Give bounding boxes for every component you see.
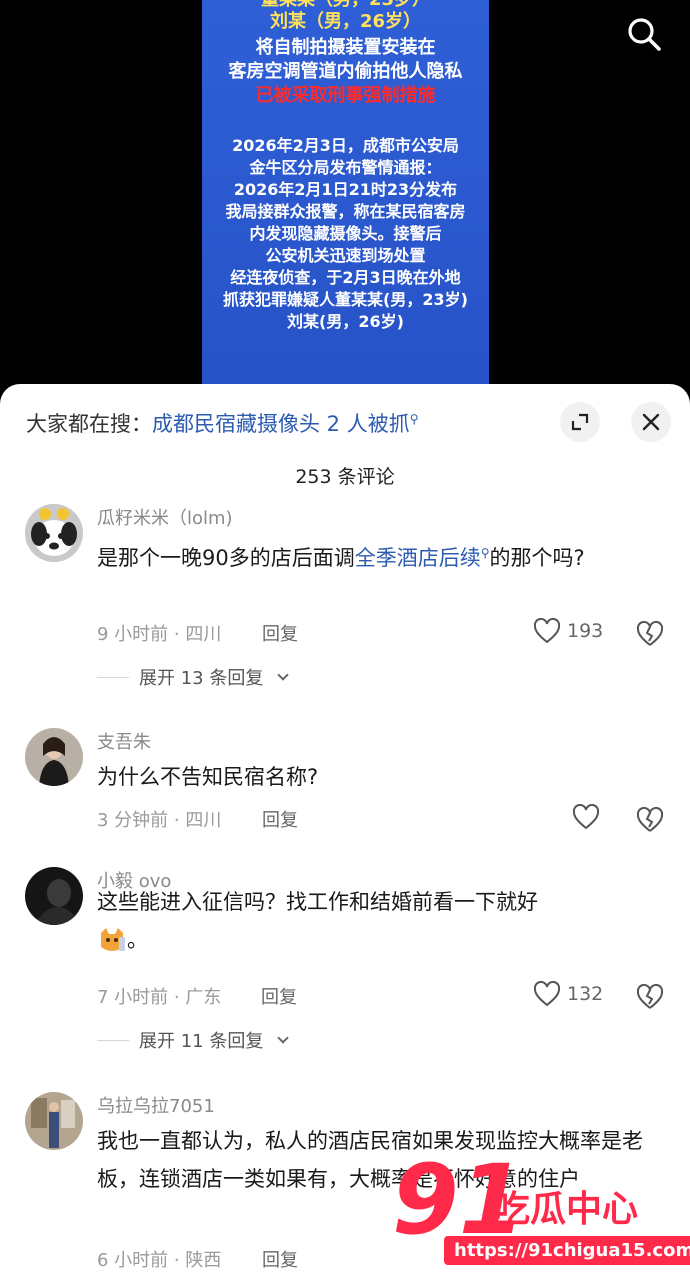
like-button[interactable]: 132 [533, 981, 603, 1007]
hot-search-term[interactable]: 成都民宿藏摄像头 2 人被抓 [152, 412, 410, 436]
watermark-logo: 91 吃瓜中心 https://91chigua15.com [392, 1150, 690, 1274]
heart-icon [572, 804, 600, 830]
video-text-line: 2026年2月1日21时23分发布 [233, 180, 458, 199]
hot-search-bar[interactable]: 大家都在搜：成都民宿藏摄像头 2 人被抓⚲ [26, 408, 419, 438]
expand-replies-label: 展开 11 条回复 [139, 1031, 264, 1052]
video-text-line: 我局接群众报警，称在某民宿客房 [225, 202, 466, 221]
chevron-down-icon [277, 669, 290, 681]
like-count: 132 [567, 983, 604, 1005]
comment-username[interactable]: 支吾朱 [97, 728, 151, 754]
comment-username[interactable]: 乌拉乌拉7051 [97, 1092, 215, 1118]
expand-replies-button[interactable]: 展开 11 条回复 [97, 1027, 290, 1053]
video-text-line: 内发现隐藏摄像头。接警后 [249, 224, 442, 243]
comment-text: 为什么不告知民宿名称? [97, 765, 319, 789]
video-player[interactable]: 董某某（男，23岁）刘某（男，26岁） 将自制拍摄装置安装在客房空调管道内偷拍他人… [0, 0, 690, 400]
like-button[interactable]: 193 [533, 618, 603, 644]
expand-replies-button[interactable]: 展开 13 条回复 [97, 664, 290, 690]
reply-button[interactable]: 回复 [261, 983, 297, 1009]
broken-heart-icon[interactable] [636, 806, 664, 834]
comment-username[interactable]: 瓜籽米米（lolm) [97, 504, 233, 530]
video-text-line: 经连夜侦查，于2月3日晚在外地 [230, 268, 461, 287]
avatar-room-image [25, 1092, 83, 1150]
close-icon [642, 413, 660, 431]
video-text-line: 刘某(男，26岁) [287, 312, 404, 331]
avatar-dog-image [25, 504, 83, 562]
close-button[interactable] [631, 402, 671, 442]
comment-meta: 3 分钟前 · 四川 [97, 810, 222, 831]
expand-icon [571, 413, 589, 431]
video-text-line: 将自制拍摄装置安装在 [255, 37, 436, 58]
like-count: 193 [567, 620, 604, 642]
avatar-photo-image [25, 728, 83, 786]
comment-meta: 7 小时前 · 广东 [97, 987, 222, 1008]
cat-emoji-icon [101, 928, 125, 951]
avatar[interactable] [25, 867, 83, 925]
comment-meta: 9 小时前 · 四川 [97, 624, 222, 645]
watermark-url: https://91chigua15.com [444, 1236, 690, 1265]
reply-button[interactable]: 回复 [262, 806, 298, 832]
comment-text-part: 这些能进入征信吗？找工作和结婚前看一下就好 [97, 890, 538, 914]
broken-heart-icon[interactable] [636, 620, 664, 648]
comment-text: 这些能进入征信吗？找工作和结婚前看一下就好 。 [97, 883, 657, 959]
comment-text: 是那个一晚90多的店后面调全季酒店后续⚲的那个吗? [97, 534, 657, 577]
search-link-label: 全季酒店后续 [354, 546, 481, 570]
video-text-line: 2026年2月3日，成都市公安局 [232, 136, 459, 155]
comment-count: 253 条评论 [295, 466, 395, 488]
video-text-line: 公安机关迅速到场处置 [265, 246, 426, 265]
video-news-card: 董某某（男，23岁）刘某（男，26岁） 将自制拍摄装置安装在客房空调管道内偷拍他人… [202, 0, 489, 400]
reply-button[interactable]: 回复 [262, 1246, 298, 1272]
comment-meta: 6 小时前 · 陕西 [97, 1250, 222, 1271]
video-text-line: 董某某（男，23岁） [202, 0, 489, 10]
comment-sheet: 大家都在搜：成都民宿藏摄像头 2 人被抓⚲ 253 条评论 瓜籽米米（lolm)… [0, 384, 690, 1280]
expand-replies-label: 展开 13 条回复 [139, 668, 264, 689]
watermark-brand: 吃瓜中心 [494, 1189, 639, 1230]
avatar[interactable] [25, 728, 83, 786]
comment-text-part: 。 [127, 928, 148, 952]
comment-text-part: 的那个吗? [489, 546, 585, 570]
video-text-line: 刘某（男，26岁） [269, 11, 422, 32]
divider [97, 676, 129, 678]
search-icon: ⚲ [409, 412, 419, 426]
reply-button[interactable]: 回复 [262, 620, 298, 646]
avatar[interactable] [25, 1092, 83, 1150]
avatar[interactable] [25, 504, 83, 562]
video-text-line: 抓获犯罪嫌疑人董某某(男，23岁) [223, 290, 468, 309]
heart-icon [533, 618, 561, 644]
fullscreen-button[interactable] [560, 402, 600, 442]
heart-icon [533, 981, 561, 1007]
hot-search-prefix: 大家都在搜： [26, 412, 152, 436]
avatar-dark-image [25, 867, 83, 925]
divider [97, 1039, 129, 1041]
comment-text-part: 是那个一晚90多的店后面调 [97, 546, 355, 570]
search-icon[interactable] [624, 14, 664, 54]
like-button[interactable] [572, 804, 600, 830]
broken-heart-icon[interactable] [636, 983, 664, 1011]
video-text-line: 客房空调管道内偷拍他人隐私 [228, 61, 463, 82]
search-link[interactable]: 全季酒店后续⚲ [355, 546, 490, 570]
search-icon: ⚲ [480, 546, 490, 560]
video-text-line: 已被采取刑事强制措施 [255, 85, 436, 106]
video-text-line: 金牛区分局发布警情通报： [249, 158, 442, 177]
chevron-down-icon [277, 1032, 290, 1044]
